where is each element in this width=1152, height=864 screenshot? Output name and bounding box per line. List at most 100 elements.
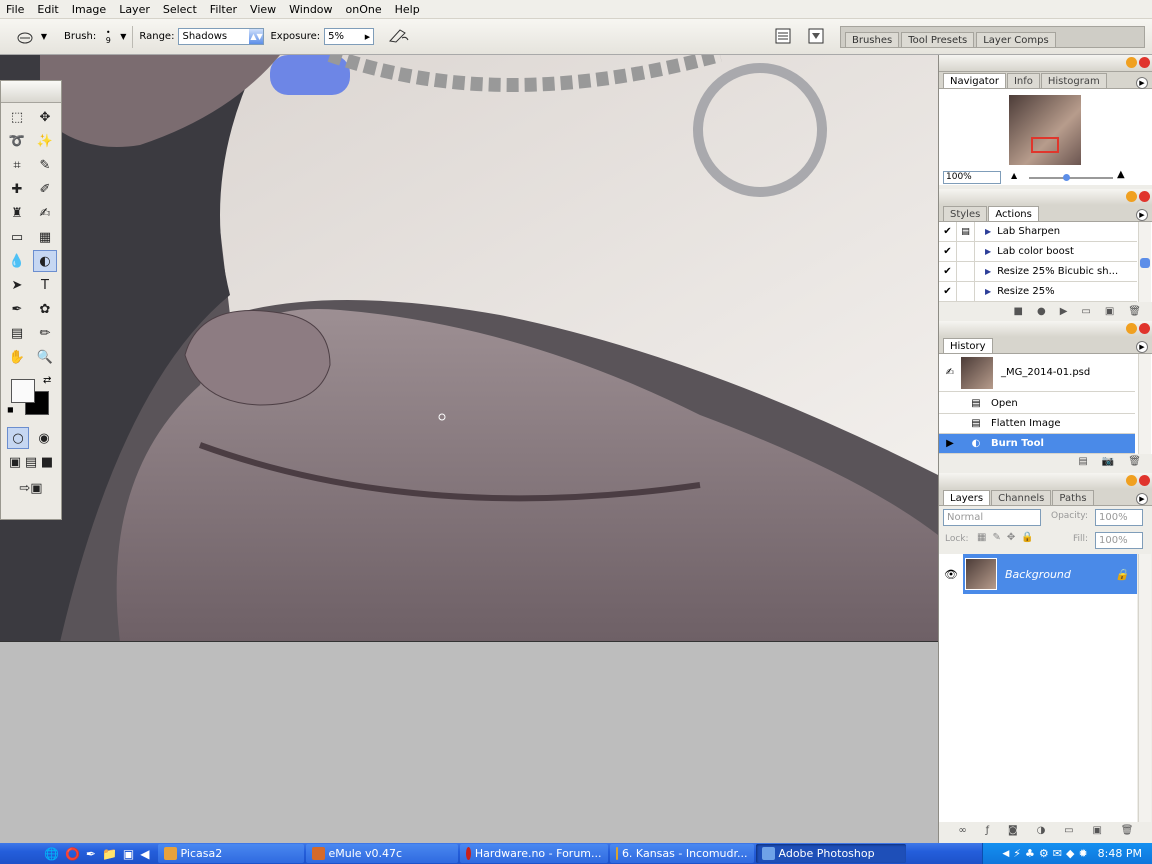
list-item[interactable]: ▤ Open <box>939 394 1135 414</box>
zoom-in-icon[interactable]: ▲ <box>1117 169 1125 180</box>
panel-menu-icon[interactable]: ▶ <box>1136 209 1148 221</box>
path-selection-tool-icon[interactable]: ➤ <box>5 274 29 296</box>
link-icon[interactable]: ∞ <box>958 825 966 836</box>
expand-icon[interactable]: ▶ <box>985 287 991 296</box>
menu-onone[interactable]: onOne <box>346 3 382 16</box>
tab-actions[interactable]: Actions <box>988 206 1039 221</box>
state-marker-icon[interactable]: ▶ <box>939 438 961 449</box>
menu-window[interactable]: Window <box>289 3 332 16</box>
document-canvas[interactable] <box>0 55 938 642</box>
screen-mode-full-icon[interactable]: ■ <box>39 451 55 473</box>
task-winamp[interactable]: 6. Kansas - Incomudr... <box>609 844 754 863</box>
navigator-thumbnail[interactable] <box>1009 95 1081 165</box>
jump-to-imageready-button[interactable]: ⇨▣ <box>1 475 61 501</box>
quicklaunch-opera-icon[interactable]: ⭕ <box>65 847 80 861</box>
navigator-view-box[interactable] <box>1031 137 1059 153</box>
history-scrollbar[interactable] <box>1138 354 1151 454</box>
eyedropper-tool-icon[interactable]: ✏ <box>33 322 57 344</box>
trash-icon[interactable]: 🗑 <box>1128 306 1141 317</box>
scrollbar-thumb[interactable] <box>1140 258 1150 268</box>
close-icon[interactable] <box>1139 191 1150 202</box>
gradient-tool-icon[interactable]: ▦ <box>33 226 57 248</box>
new-group-icon[interactable]: ▭ <box>1064 825 1073 836</box>
tray-mail-icon[interactable]: ✉ <box>1053 847 1062 860</box>
tool-preset-picker[interactable]: ▼ <box>0 30 64 44</box>
record-icon[interactable]: ● <box>1037 306 1046 317</box>
check-icon[interactable]: ✔ <box>939 282 957 301</box>
screen-mode-full-menu-icon[interactable]: ▤ <box>23 451 39 473</box>
tray-icon-1[interactable]: ⚡ <box>1013 847 1021 860</box>
foreground-color-swatch[interactable] <box>11 379 35 403</box>
add-mask-icon[interactable]: ◙ <box>1008 825 1018 836</box>
menu-view[interactable]: View <box>250 3 276 16</box>
range-select[interactable]: Shadows ▲▼ <box>178 28 265 45</box>
quicklaunch-pen-icon[interactable]: ✒ <box>86 847 96 861</box>
crop-tool-icon[interactable]: ⌗ <box>5 154 29 176</box>
tab-history[interactable]: History <box>943 338 993 353</box>
adjustment-layer-icon[interactable]: ◑ <box>1037 825 1046 836</box>
tab-paths[interactable]: Paths <box>1052 490 1094 505</box>
actions-grip[interactable] <box>939 189 1152 206</box>
new-document-icon[interactable]: ▤ <box>1078 456 1087 467</box>
new-layer-icon[interactable]: ▣ <box>1092 825 1101 836</box>
tab-styles[interactable]: Styles <box>943 206 988 221</box>
minimize-icon[interactable] <box>1126 191 1137 202</box>
type-tool-icon[interactable]: T <box>33 274 57 296</box>
hand-tool-icon[interactable]: ✋ <box>5 346 29 368</box>
menu-help[interactable]: Help <box>395 3 420 16</box>
new-action-icon[interactable]: ▣ <box>1105 306 1114 317</box>
task-picasa[interactable]: Picasa2 <box>157 844 304 863</box>
actions-scrollbar[interactable] <box>1138 222 1151 302</box>
panel-menu-icon[interactable]: ▶ <box>1136 341 1148 353</box>
tray-icon-6[interactable]: ✹ <box>1078 847 1087 860</box>
dialog-icon[interactable] <box>957 242 975 261</box>
brush-tool-icon[interactable]: ✐ <box>33 178 57 200</box>
burn-tool-icon[interactable]: ◐ <box>33 250 57 272</box>
tray-icon-5[interactable]: ◆ <box>1066 847 1074 860</box>
close-icon[interactable] <box>1139 475 1150 486</box>
default-colors-icon[interactable]: ◼ <box>7 405 14 414</box>
tab-layer-comps[interactable]: Layer Comps <box>976 32 1056 47</box>
dialog-icon[interactable] <box>957 282 975 301</box>
layers-scrollbar[interactable] <box>1138 554 1151 822</box>
exposure-field[interactable]: 5% ▶ <box>324 28 375 45</box>
swap-colors-icon[interactable]: ⇄ <box>43 375 51 386</box>
expand-icon[interactable]: ▶ <box>985 247 991 256</box>
pen-tool-icon[interactable]: ✒ <box>5 298 29 320</box>
list-item[interactable]: ✔ ▶ Resize 25% <box>939 282 1137 302</box>
list-item[interactable]: ▤ Flatten Image <box>939 414 1135 434</box>
layers-grip[interactable] <box>939 473 1152 490</box>
play-icon[interactable]: ▶ <box>1060 306 1068 317</box>
menu-image[interactable]: Image <box>72 3 106 16</box>
zoom-field[interactable]: 100% <box>943 171 1001 184</box>
history-brush-source-icon[interactable]: ✍ <box>939 367 961 378</box>
close-icon[interactable] <box>1139 323 1150 334</box>
flyout-arrow-icon[interactable]: ▶ <box>365 33 370 41</box>
panel-menu-icon[interactable]: ▶ <box>1136 493 1148 505</box>
history-snapshot[interactable]: ✍ _MG_2014-01.psd <box>939 354 1135 392</box>
menu-select[interactable]: Select <box>163 3 197 16</box>
brush-dropdown-icon[interactable]: ▼ <box>120 32 126 41</box>
task-photoshop[interactable]: Adobe Photoshop <box>755 844 906 863</box>
minimize-icon[interactable] <box>1126 475 1137 486</box>
brush-picker[interactable]: • 9 <box>100 28 116 45</box>
dialog-icon[interactable] <box>957 262 975 281</box>
tray-expand-icon[interactable]: ◀ <box>1002 849 1009 859</box>
lasso-tool-icon[interactable]: ➰ <box>5 130 29 152</box>
palette-toggle-button[interactable] <box>806 25 828 50</box>
history-grip[interactable] <box>939 321 1152 338</box>
fill-field[interactable]: 100% <box>1095 532 1143 549</box>
quicklaunch-arrow-icon[interactable]: ◀ <box>140 847 149 861</box>
zoom-slider[interactable] <box>1029 174 1113 181</box>
check-icon[interactable]: ✔ <box>939 222 957 241</box>
task-emule[interactable]: eMule v0.47c <box>305 844 458 863</box>
minimize-icon[interactable] <box>1126 57 1137 68</box>
list-item[interactable]: ✔ ▶ Resize 25% Bicubic sh... <box>939 262 1137 282</box>
trash-icon[interactable]: 🗑 <box>1121 825 1134 836</box>
tray-icon-2[interactable]: ♣ <box>1025 847 1035 860</box>
tab-navigator[interactable]: Navigator <box>943 73 1006 88</box>
file-browser-button[interactable] <box>774 27 792 48</box>
layer-name[interactable]: Background <box>1005 568 1071 581</box>
tab-histogram[interactable]: Histogram <box>1040 73 1107 88</box>
close-icon[interactable] <box>1139 57 1150 68</box>
